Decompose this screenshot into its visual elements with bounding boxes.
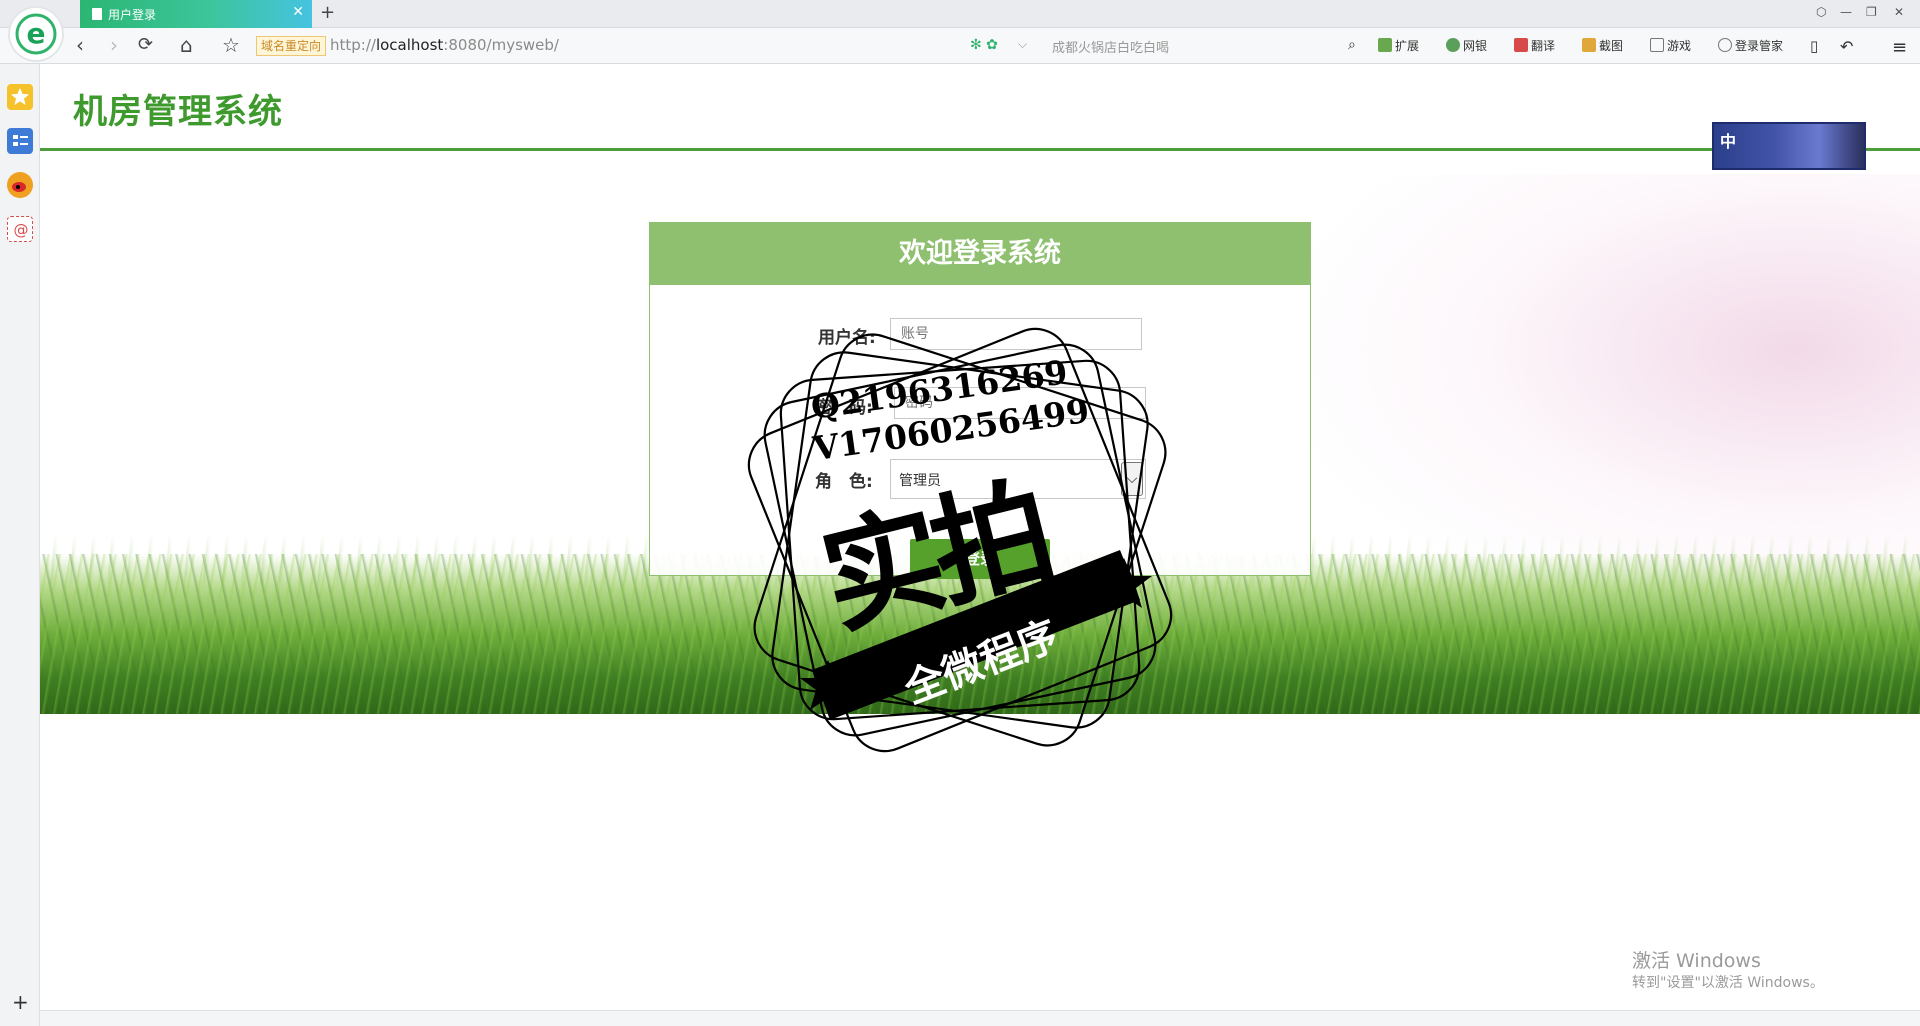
page-content: 机房管理系统 中 欢迎登录系统 用户名: 密 码: 角 色: 管理员 ⌵ 登录 [40, 64, 1920, 1010]
login-heading: 欢迎登录系统 [650, 223, 1310, 285]
tab-title: 用户登录 [108, 8, 157, 22]
role-label: 角 色: [815, 472, 873, 492]
new-tab-button[interactable]: + [320, 2, 335, 23]
dropdown-chevron-icon[interactable]: ⌵ [1018, 37, 1027, 52]
url-field[interactable]: http://localhost:8080/mysweb/ [330, 36, 559, 54]
windows-activation-title: 激活 Windows [1632, 950, 1761, 972]
login-panel: 欢迎登录系统 用户名: 密 码: 角 色: 管理员 ⌵ 登录 [649, 222, 1311, 579]
restore-button[interactable]: ❐ [1866, 5, 1877, 19]
extensions-button[interactable]: 扩展 [1378, 37, 1419, 54]
address-bar: ‹ › ⟳ ⌂ ☆ 域名重定向 http://localhost:8080/my… [0, 28, 1920, 64]
games-button[interactable]: 游戏 [1650, 37, 1691, 54]
menu-icon[interactable]: ≡ [1892, 37, 1907, 58]
extensions-icon [1378, 38, 1392, 52]
reload-button[interactable]: ⟳ [138, 34, 153, 56]
search-input[interactable]: 成都火锅店白吃白喝 [1052, 37, 1169, 56]
browser-logo-icon[interactable]: e [10, 8, 62, 60]
speed-mode-icon[interactable]: ✻ ✿ [970, 37, 998, 53]
screenshot-icon [1582, 38, 1596, 52]
skin-icon[interactable]: ⬡ [1816, 5, 1826, 19]
reading-list-icon[interactable] [7, 128, 33, 154]
login-button[interactable]: 登录 [910, 539, 1050, 579]
back-button[interactable]: ‹ [76, 34, 84, 56]
username-label: 用户名: [818, 328, 876, 348]
document-icon [92, 8, 102, 20]
sidebar-add-button[interactable]: + [12, 990, 29, 1014]
username-input[interactable] [890, 318, 1142, 350]
search-icon[interactable]: ⌕ [1348, 37, 1356, 53]
ime-status-widget[interactable]: 中 [1712, 122, 1866, 170]
password-label: 密 码: [815, 398, 873, 418]
left-sidebar: @ [0, 64, 40, 1026]
status-bar [40, 1010, 1920, 1026]
tab-strip: 用户登录 ✕ + ⬡ — ❐ ✕ [0, 0, 1920, 28]
close-window-button[interactable]: ✕ [1894, 5, 1904, 19]
login-manager-button[interactable]: 登录管家 [1718, 37, 1783, 54]
tab-user-login[interactable]: 用户登录 ✕ [80, 0, 312, 28]
windows-activation-subtitle: 转到"设置"以激活 Windows。 [1632, 975, 1824, 991]
minimize-button[interactable]: — [1840, 5, 1852, 19]
svg-text:@: @ [14, 221, 29, 239]
weibo-icon[interactable] [7, 172, 33, 198]
login-manager-icon [1718, 38, 1732, 52]
email-at-icon[interactable]: @ [7, 216, 33, 242]
bank-icon [1446, 38, 1460, 52]
undo-close-button[interactable]: ↶ [1840, 37, 1853, 56]
ime-mode-label: 中 [1720, 132, 1737, 151]
tab-close-icon[interactable]: ✕ [292, 4, 304, 20]
forward-button[interactable]: › [110, 34, 118, 56]
domain-redirect-badge[interactable]: 域名重定向 [256, 36, 327, 56]
page-title: 机房管理系统 [73, 92, 283, 132]
chevron-down-icon: ⌵ [1121, 462, 1143, 496]
role-selected-value: 管理员 [899, 473, 941, 489]
favorite-star-icon[interactable]: ☆ [222, 34, 240, 56]
role-select[interactable]: 管理员 ⌵ [890, 459, 1146, 499]
mobile-icon[interactable]: ▯ [1810, 37, 1818, 55]
favorites-star-icon[interactable] [7, 84, 33, 110]
translate-button[interactable]: 翻译 [1514, 37, 1555, 54]
online-banking-button[interactable]: 网银 [1446, 37, 1487, 54]
password-input[interactable] [894, 387, 1146, 419]
svg-text:e: e [27, 17, 46, 50]
games-icon [1650, 38, 1664, 52]
header-divider [40, 148, 1920, 151]
screenshot-button[interactable]: 截图 [1582, 37, 1623, 54]
home-button[interactable]: ⌂ [180, 34, 193, 56]
translate-icon [1514, 38, 1528, 52]
